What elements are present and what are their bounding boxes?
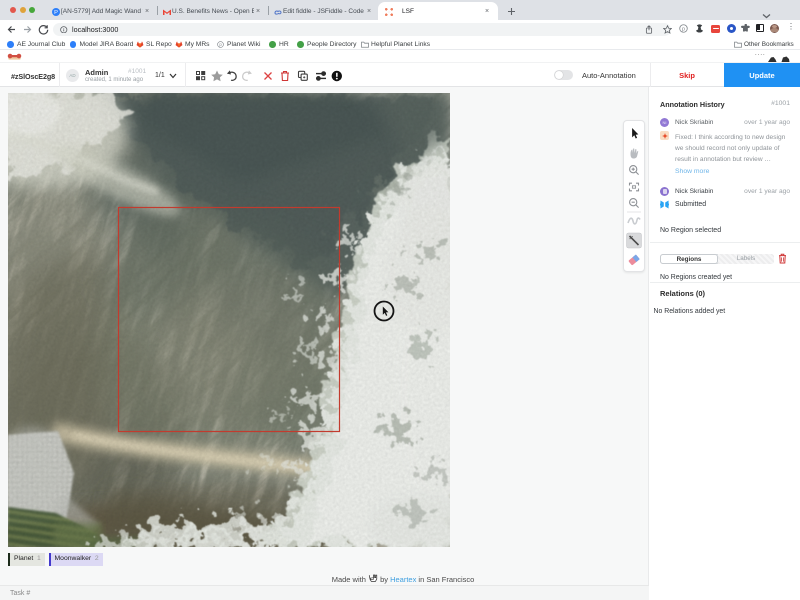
svg-text:p: p <box>219 42 222 47</box>
svg-text:p: p <box>682 26 685 32</box>
svg-text:P: P <box>54 9 58 15</box>
